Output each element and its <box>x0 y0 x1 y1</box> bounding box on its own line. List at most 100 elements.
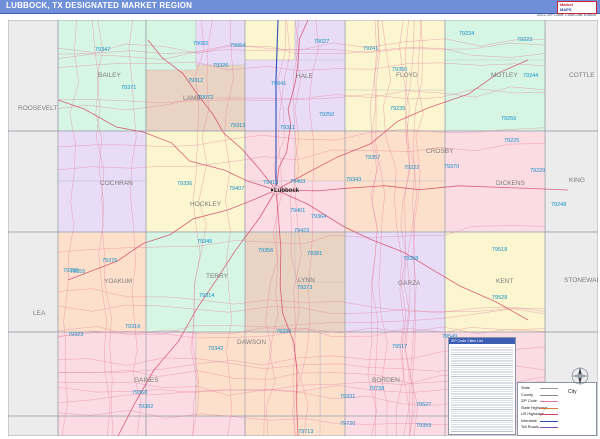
zip-label: 79072 <box>198 95 213 101</box>
county-label: YOAKUM <box>104 278 132 285</box>
zip-label: 79027 <box>314 39 329 45</box>
zip-label: 79336 <box>177 181 192 187</box>
zip-label: 79082 <box>193 41 208 47</box>
county-label: ROOSEVELT <box>18 105 57 112</box>
title-bar: LUBBOCK, TX DESIGNATED MARKET REGION <box>0 0 600 14</box>
zip-label: 79403 <box>290 179 305 185</box>
zip-label: 79323 <box>68 332 83 338</box>
key-label: Toll Roads <box>521 425 539 429</box>
key-label: Interstate <box>521 418 537 423</box>
county-label: BORDEN <box>372 377 400 384</box>
zip-label: 79356 <box>258 248 273 254</box>
zip-zone <box>145 331 197 417</box>
zip-label: 79518 <box>492 247 507 253</box>
county-label: BAILEY <box>98 72 121 79</box>
map-page: LUBBOCK, TX DESIGNATED MARKET REGION Mar… <box>0 0 600 439</box>
zip-city-list-title: ZIP Code Cities List <box>449 338 515 344</box>
zip-zone <box>444 130 546 233</box>
zip-label: 79331 <box>340 394 355 400</box>
map-title: LUBBOCK, TX DESIGNATED MARKET REGION <box>6 1 193 10</box>
key-swatch <box>540 407 558 409</box>
zip-label: 79370 <box>444 164 459 170</box>
edition-label: 2022 ZIP Code ColorCast Edition <box>536 12 596 17</box>
county-label: LEA <box>33 310 46 317</box>
zip-label: 79225 <box>504 138 519 144</box>
zip-label: 79423 <box>294 228 309 234</box>
zip-zone <box>57 130 147 182</box>
city-label: Lubbock <box>274 188 300 194</box>
county-label: DICKENS <box>496 180 526 187</box>
zip-label: 79316 <box>125 324 140 330</box>
city-dot <box>270 188 274 192</box>
zip-city-list-rows <box>451 346 513 432</box>
map-key: State County ZIP Code State Highways US High… <box>517 382 597 436</box>
zip-label: 79528 <box>492 295 507 301</box>
zip-label: 79401 <box>290 208 305 214</box>
zip-label: 79241 <box>363 46 378 52</box>
zip-label: 79313 <box>230 123 245 129</box>
zip-label: 79314 <box>199 293 214 299</box>
zip-label: 79359 <box>416 423 431 429</box>
county-region <box>8 231 59 333</box>
county-label: TERRY <box>206 273 229 280</box>
zip-label: 79330 <box>276 329 291 335</box>
zip-label: 79244 <box>523 73 538 79</box>
zip-label: 79347 <box>95 47 110 53</box>
zip-city-list: ZIP Code Cities List <box>448 337 516 435</box>
zip-label: 79345 <box>197 239 212 245</box>
county-label: LYNN <box>298 277 315 284</box>
key-swatch <box>540 414 558 415</box>
compass-icon <box>571 367 589 385</box>
county-label: DAWSON <box>237 339 266 346</box>
key-city-label: City <box>568 389 577 395</box>
zip-label: 79234 <box>459 31 474 37</box>
county-label: FLOYD <box>396 72 418 79</box>
zip-label: 79229 <box>530 168 545 174</box>
county-label: COCHRAN <box>100 180 133 187</box>
key-label: State <box>521 386 530 390</box>
zip-label: 79250 <box>319 112 334 118</box>
county-label: KING <box>569 177 585 184</box>
zip-zone <box>344 130 446 182</box>
zip-zone <box>57 231 147 333</box>
key-swatch <box>540 401 558 402</box>
zip-label: 79738 <box>369 386 384 392</box>
county-region <box>145 130 246 233</box>
zip-label: 79336 <box>63 268 78 274</box>
county-region <box>8 130 59 233</box>
county-label: STONEWALL <box>564 277 598 284</box>
county-label: KENT <box>496 278 513 285</box>
zip-label: 79373 <box>297 285 312 291</box>
zip-label: 79358 <box>403 256 418 262</box>
zip-label: 79360 <box>132 390 147 396</box>
zip-label: 79720 <box>340 421 355 427</box>
zip-label: 79357 <box>365 155 380 161</box>
county-region <box>8 331 59 417</box>
zip-label: 79223 <box>517 37 532 43</box>
zip-label: 79382 <box>138 404 153 410</box>
county-label: CROSBY <box>426 148 454 155</box>
zip-label: 79064 <box>230 43 245 49</box>
zip-label: 79527 <box>416 402 431 408</box>
county-region <box>8 415 59 436</box>
zip-label: 79376 <box>102 258 117 264</box>
county-label: GAINES <box>134 377 159 384</box>
key-swatch <box>540 420 558 422</box>
zip-zone <box>244 59 346 132</box>
zip-label: 79381 <box>307 251 322 257</box>
zip-label: 79322 <box>404 165 419 171</box>
key-label: ZIP Code <box>521 399 537 403</box>
county-region <box>8 20 59 132</box>
zip-label: 79312 <box>188 78 203 84</box>
zip-zone <box>344 231 446 333</box>
zip-zone <box>244 130 296 182</box>
county-label: HOCKLEY <box>190 201 222 208</box>
zip-label: 79256 <box>501 116 516 122</box>
zip-zone <box>294 130 346 182</box>
zip-label: 79041 <box>271 81 286 87</box>
zip-label: 79343 <box>346 177 361 183</box>
zip-label: 79517 <box>392 344 407 350</box>
key-swatch <box>540 427 558 428</box>
county-label: HALE <box>296 73 314 80</box>
key-label: County <box>521 392 534 397</box>
